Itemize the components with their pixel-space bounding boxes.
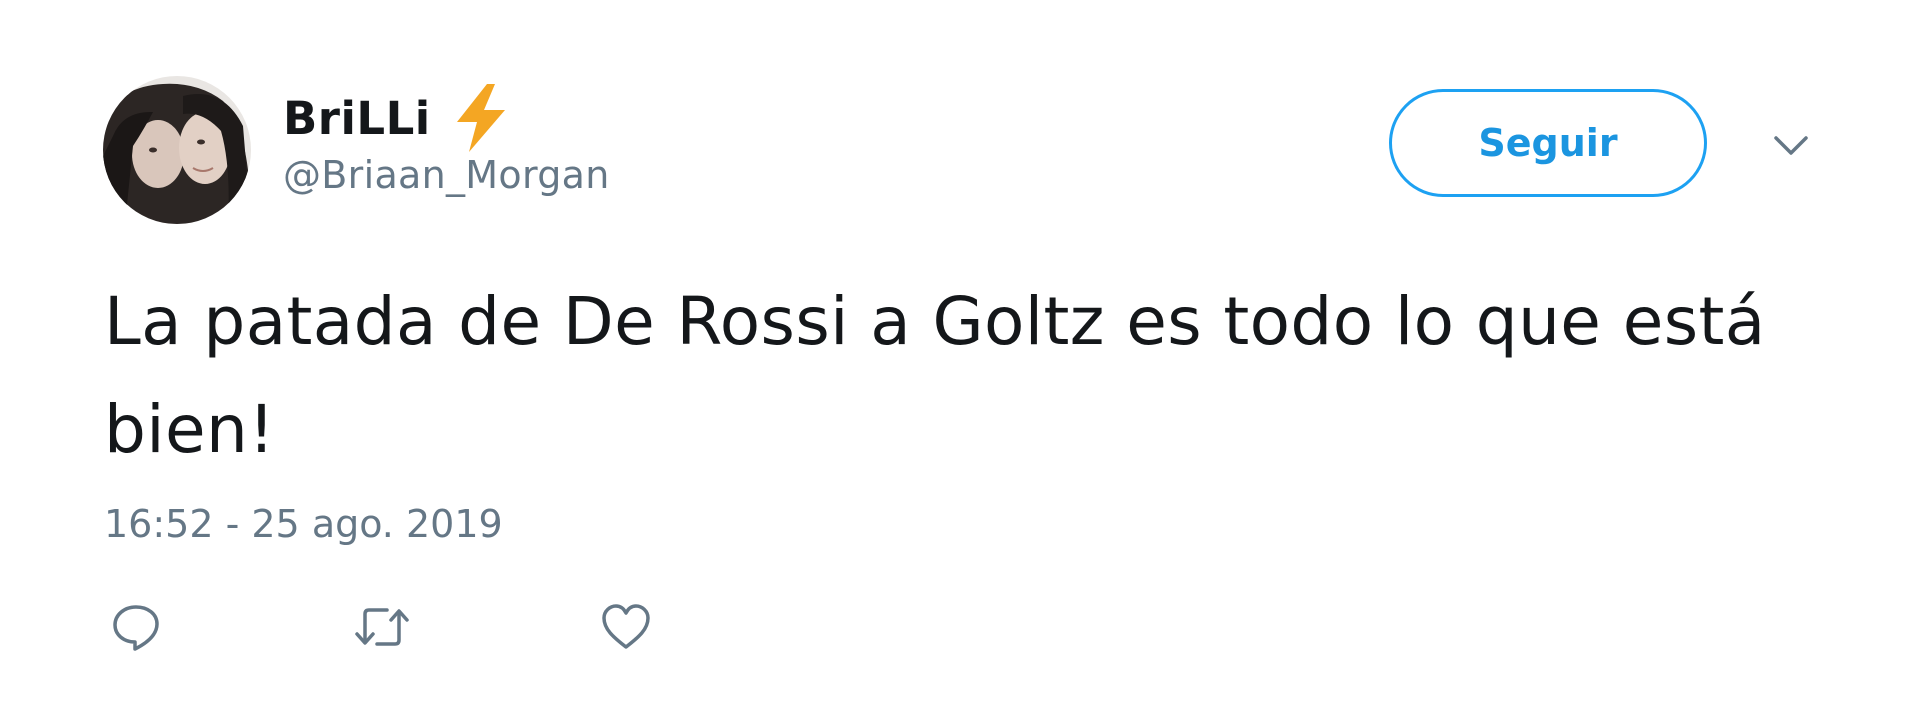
follow-button[interactable]: Seguir — [1389, 89, 1707, 197]
avatar[interactable] — [103, 76, 251, 224]
retweet-icon — [353, 602, 411, 656]
tweet-timestamp[interactable]: 16:52 - 25 ago. 2019 — [104, 502, 503, 546]
chevron-down-icon[interactable] — [1773, 135, 1809, 157]
reply-button[interactable] — [109, 602, 163, 656]
lightning-bolt-icon — [451, 82, 511, 154]
display-name-row: BriLLi — [283, 82, 511, 154]
tweet-text: La patada de De Rossi a Goltz es todo lo… — [104, 283, 1766, 468]
retweet-button[interactable] — [355, 602, 409, 656]
heart-icon — [601, 603, 651, 655]
reply-icon — [111, 602, 161, 656]
user-handle[interactable]: @Briaan_Morgan — [283, 153, 610, 197]
tweet-card: BriLLi @Briaan_Morgan Seguir La patada d… — [0, 0, 1920, 726]
display-name[interactable]: BriLLi — [283, 92, 431, 145]
like-button[interactable] — [599, 602, 653, 656]
